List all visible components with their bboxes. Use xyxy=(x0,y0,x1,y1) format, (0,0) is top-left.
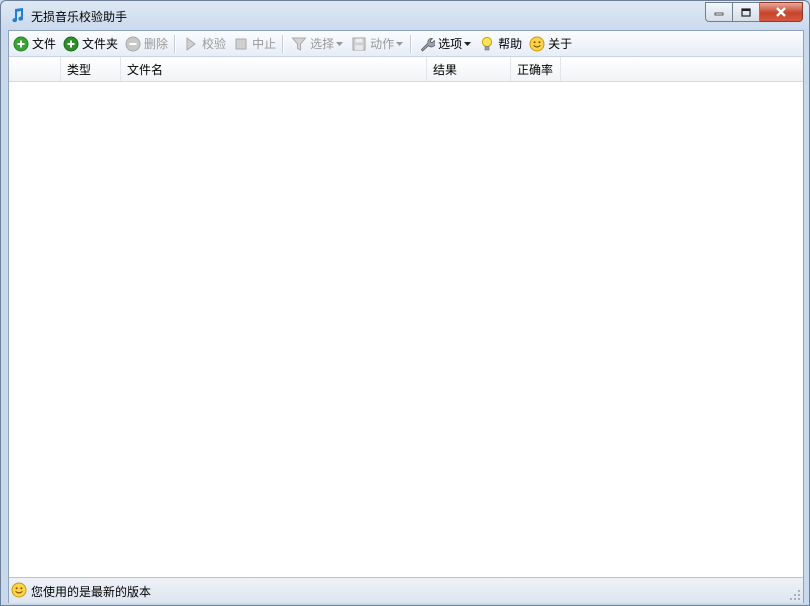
options-dropdown-arrow[interactable] xyxy=(463,36,472,52)
toolbar-separator xyxy=(174,34,177,53)
action-label: 动作 xyxy=(370,37,395,51)
about-label: 关于 xyxy=(548,37,573,51)
select-label: 选择 xyxy=(310,37,335,51)
options-label: 选项 xyxy=(438,37,463,51)
add-file-button[interactable]: 文件 xyxy=(10,33,59,55)
select-dropdown-arrow[interactable] xyxy=(335,36,344,52)
stop-button[interactable]: 中止 xyxy=(230,33,279,55)
about-button[interactable]: 关于 xyxy=(526,33,575,55)
add-folder-label: 文件夹 xyxy=(82,37,119,51)
verify-label: 校验 xyxy=(202,37,227,51)
window-controls xyxy=(705,2,803,22)
stop-icon xyxy=(235,38,247,49)
title-bar[interactable]: 无损音乐校验助手 xyxy=(1,1,809,29)
filter-icon xyxy=(291,37,307,51)
play-icon xyxy=(186,36,196,51)
smiley-icon xyxy=(11,582,27,598)
chevron-down-icon xyxy=(396,41,404,46)
close-icon xyxy=(776,7,786,17)
music-note-icon xyxy=(12,8,24,23)
help-button[interactable]: 帮助 xyxy=(476,33,525,55)
toolbar-separator xyxy=(282,34,285,53)
column-header-filename[interactable]: 文件名 xyxy=(121,57,427,81)
status-bar: 您使用的是最新的版本 xyxy=(9,577,803,603)
file-list[interactable]: 类型 文件名 结果 正确率 xyxy=(9,57,803,576)
add-circle-icon xyxy=(13,36,29,51)
column-header-blank[interactable] xyxy=(9,57,61,81)
app-window: 无损音乐校验助手 文件 文件夹 删除 校验 中止 选择 动作 选项 帮助 关于 … xyxy=(0,0,810,606)
status-text: 您使用的是最新的版本 xyxy=(31,585,152,599)
window-title: 无损音乐校验助手 xyxy=(31,10,128,24)
lightbulb-icon xyxy=(482,36,493,50)
client-area: 文件 文件夹 删除 校验 中止 选择 动作 选项 帮助 关于 类型 文件名 结果… xyxy=(8,30,804,603)
toolbar-separator xyxy=(410,34,413,53)
action-dropdown-arrow[interactable] xyxy=(395,36,404,52)
save-icon xyxy=(352,37,366,50)
maximize-button[interactable] xyxy=(733,2,760,22)
minimize-icon xyxy=(714,12,724,16)
list-header: 类型 文件名 结果 正确率 xyxy=(9,57,803,82)
maximize-icon xyxy=(741,7,751,17)
column-header-accuracy[interactable]: 正确率 xyxy=(511,57,561,81)
close-button[interactable] xyxy=(760,2,803,22)
resize-grip-icon[interactable] xyxy=(789,589,801,601)
column-header-result[interactable]: 结果 xyxy=(427,57,511,81)
minimize-button[interactable] xyxy=(705,2,733,22)
add-folder-button[interactable]: 文件夹 xyxy=(60,33,121,55)
stop-label: 中止 xyxy=(252,37,277,51)
select-button[interactable]: 选择 xyxy=(288,33,347,55)
add-circle-icon xyxy=(63,36,79,51)
wrench-icon xyxy=(421,37,436,52)
add-file-label: 文件 xyxy=(32,37,57,51)
verify-button[interactable]: 校验 xyxy=(180,33,229,55)
remove-circle-icon xyxy=(125,36,141,51)
delete-button[interactable]: 删除 xyxy=(122,33,171,55)
options-button[interactable]: 选项 xyxy=(416,33,475,55)
toolbar: 文件 文件夹 删除 校验 中止 选择 动作 选项 帮助 关于 xyxy=(9,31,803,57)
chevron-down-icon xyxy=(464,41,472,46)
smiley-icon xyxy=(529,36,545,51)
chevron-down-icon xyxy=(336,41,344,46)
delete-label: 删除 xyxy=(144,37,169,51)
column-header-type[interactable]: 类型 xyxy=(61,57,121,81)
action-button[interactable]: 动作 xyxy=(348,33,407,55)
help-label: 帮助 xyxy=(498,37,523,51)
